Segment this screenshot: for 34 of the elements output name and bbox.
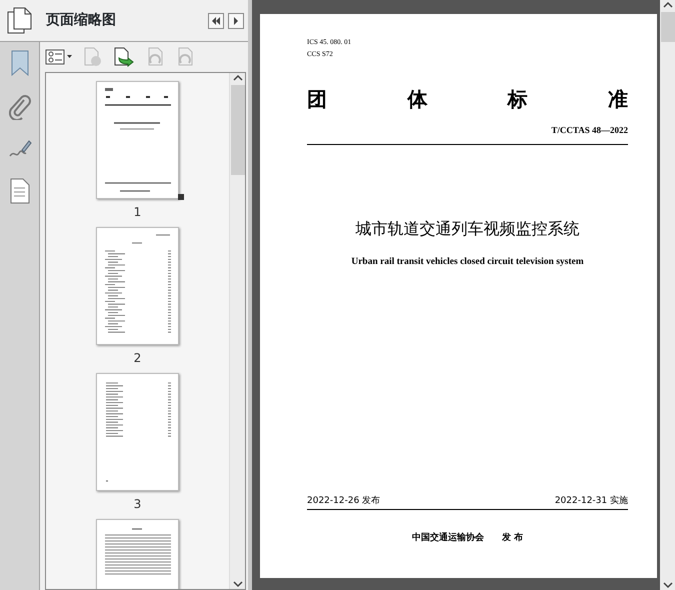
scrollbar-thumb[interactable] [230,85,244,175]
right-arrow-icon [231,16,241,26]
english-title: Urban rail transit vehicles closed circuit television system [350,256,585,268]
heading-character: 标 [508,86,528,113]
standard-number: T/CCTAS 48—2022 [551,124,628,137]
document-icon[interactable] [10,178,30,204]
publish-label: 发 布 [502,532,524,546]
page-thumbnail[interactable] [96,227,179,345]
page-number: 2 [134,350,142,367]
expand-button[interactable] [228,12,244,28]
page-thumbnail[interactable] [96,81,179,199]
scrollbar-thumb[interactable] [660,12,674,42]
double-left-arrow-icon [211,16,221,26]
heading-character: 团 [307,86,327,113]
paperclip-icon[interactable] [8,94,30,120]
page-thumbnail[interactable] [96,373,179,491]
bookmark-icon[interactable] [10,50,30,76]
pages-icon[interactable] [7,6,33,34]
page-number: 1 [134,204,142,221]
publisher: 中国交通运输协会 [412,532,484,546]
insert-page-icon[interactable] [113,47,135,67]
scroll-down-icon[interactable] [232,579,242,589]
collapse-button[interactable] [208,12,224,28]
scroll-up-icon[interactable] [232,73,242,83]
scroll-up-icon[interactable] [662,0,672,10]
panel-title: 页面缩略图 [46,11,117,30]
page-number: 3 [134,496,142,513]
scroll-down-icon[interactable] [662,580,672,590]
options-button[interactable] [45,49,73,65]
heading-character: 体 [407,86,428,113]
publish-date: 2022-12-26 发布 [307,494,380,508]
implement-date: 2022-12-31 实施 [554,494,628,508]
heading-character: 准 [608,86,628,113]
document-title: 城市轨道交通列车视频监控系统 [354,218,580,240]
